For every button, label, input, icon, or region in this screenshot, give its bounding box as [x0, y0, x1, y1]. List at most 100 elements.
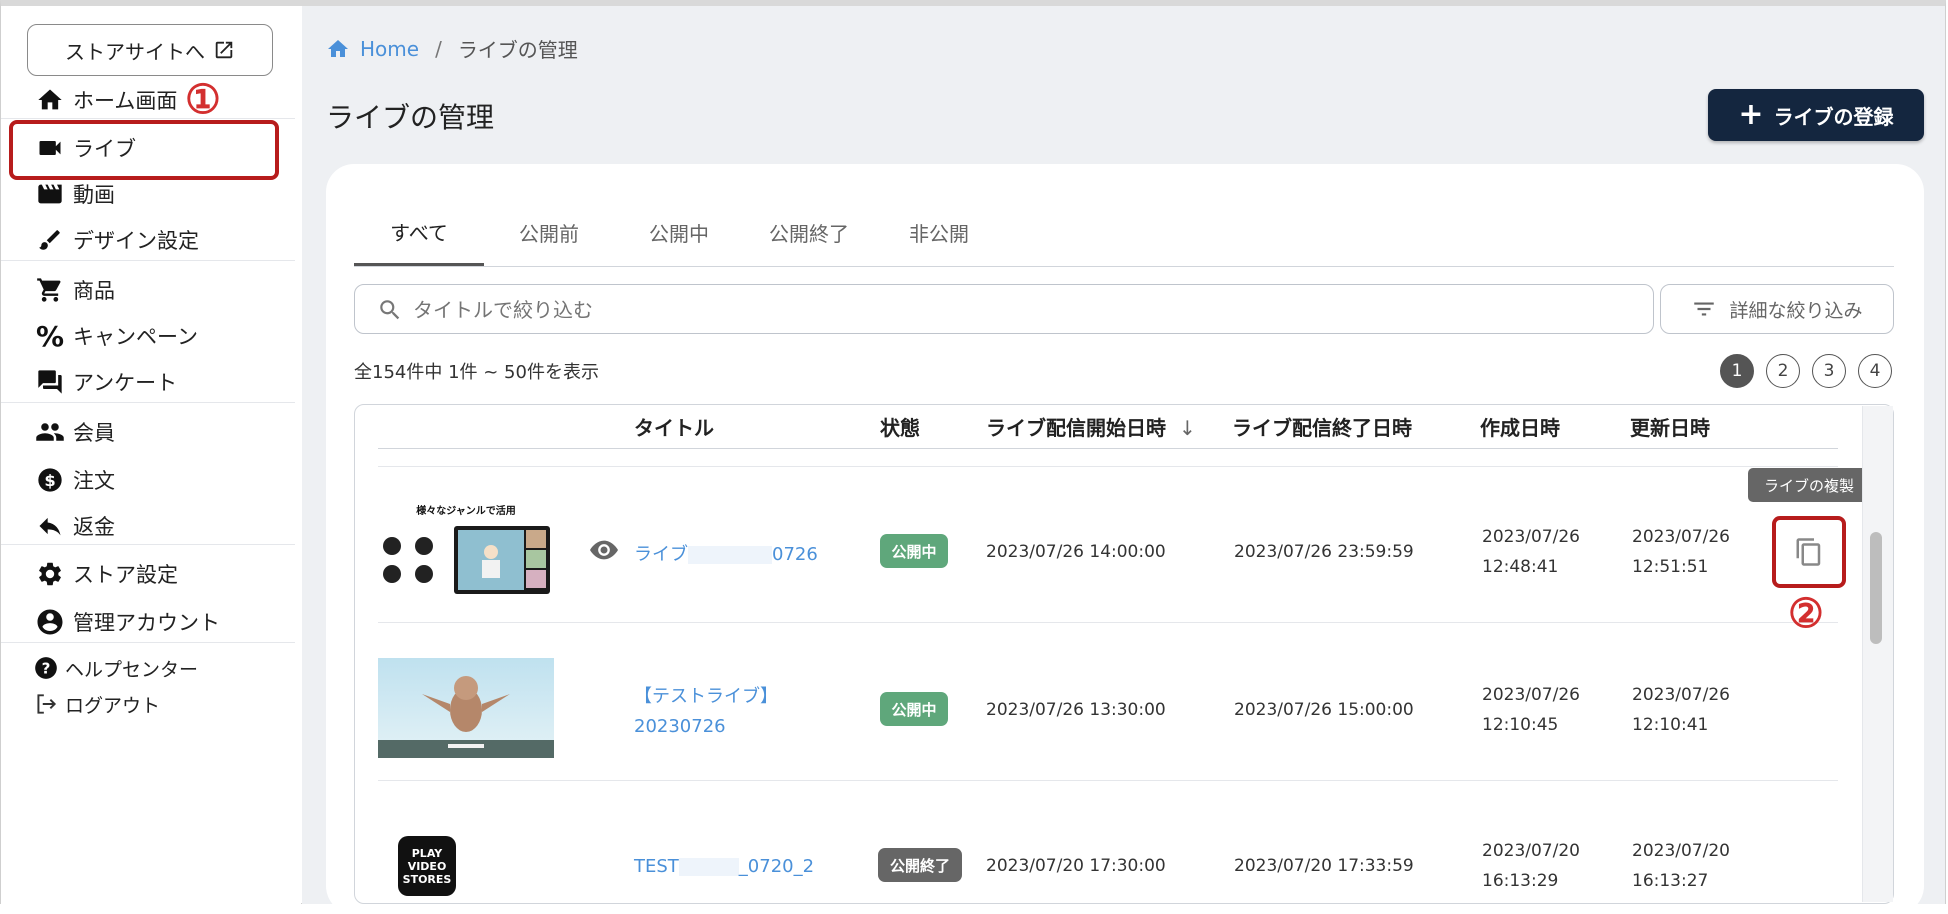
start-datetime: 2023/07/26 14:00:00 [986, 542, 1166, 562]
end-datetime: 2023/07/26 15:00:00 [1234, 700, 1414, 720]
sidebar-item-label: 注文 [73, 469, 115, 493]
start-datetime: 2023/07/26 13:30:00 [986, 700, 1166, 720]
page-title: ライブの管理 [326, 101, 495, 134]
created-datetime: 2023/07/20 16:13:29 [1482, 836, 1580, 896]
status-tabs: すべて 公開前 公開中 公開終了 非公開 [354, 200, 1894, 267]
status-badge: 公開中 [880, 692, 948, 726]
scrollbar-thumb[interactable] [1870, 532, 1882, 644]
divider [1, 260, 295, 261]
store-site-button[interactable]: ストアサイトへ [27, 24, 273, 76]
movie-icon [35, 179, 65, 209]
header-end-datetime: ライブ配信終了日時 [1232, 416, 1412, 440]
row-divider [378, 622, 1838, 623]
breadcrumb-home-link[interactable]: Home [360, 37, 419, 61]
updated-date: 2023/07/26 [1632, 685, 1730, 705]
people-icon [35, 417, 65, 447]
title-line-2: 20230726 [634, 716, 726, 737]
created-datetime: 2023/07/26 12:10:45 [1482, 680, 1580, 740]
sidebar-item-label: 会員 [73, 421, 115, 445]
updated-time: 12:51:51 [1632, 557, 1709, 577]
tab-publishing[interactable]: 公開中 [614, 200, 744, 264]
live-table [354, 404, 1894, 904]
account-icon [35, 607, 65, 637]
search-input[interactable] [411, 295, 1615, 325]
header-created: 作成日時 [1480, 416, 1560, 440]
advanced-filter-button[interactable]: 詳細な絞り込み [1660, 284, 1894, 334]
created-date: 2023/07/26 [1482, 527, 1580, 547]
forum-icon [35, 367, 65, 397]
live-title-link[interactable]: TEST _0720_2 [634, 856, 814, 877]
sidebar-item-label: キャンペーン [73, 325, 198, 349]
filter-icon [1694, 302, 1715, 316]
created-date: 2023/07/20 [1482, 841, 1580, 861]
sidebar-item-label: デザイン設定 [73, 229, 199, 253]
header-title: タイトル [634, 416, 714, 440]
home-icon[interactable] [326, 37, 350, 61]
sidebar-item-label: ログアウト [65, 694, 161, 717]
updated-datetime: 2023/07/20 16:13:27 [1632, 836, 1730, 896]
sidebar-item-label: ホーム画面 [73, 89, 178, 113]
breadcrumb-separator: / [435, 36, 442, 61]
updated-date: 2023/07/26 [1632, 527, 1730, 547]
page-4-button[interactable]: 4 [1858, 354, 1892, 388]
search-box [354, 284, 1654, 334]
live-title-link[interactable]: 【テストライブ】 20230726 [634, 682, 778, 742]
table-scrollbar[interactable] [1862, 406, 1893, 902]
svg-text:?: ? [42, 659, 51, 677]
search-icon [380, 300, 400, 320]
header-updated: 更新日時 [1630, 416, 1710, 440]
dollar-icon: $ [35, 465, 65, 495]
tab-before-publish[interactable]: 公開前 [484, 200, 614, 264]
end-datetime: 2023/07/26 23:59:59 [1234, 542, 1414, 562]
created-date: 2023/07/26 [1482, 685, 1580, 705]
start-datetime: 2023/07/20 17:30:00 [986, 856, 1166, 876]
title-line-1: 【テストライブ】 [634, 686, 778, 707]
updated-time: 12:10:41 [1632, 715, 1709, 735]
thumbnail-image[interactable]: 様々なジャンルで活用 [378, 502, 554, 602]
tab-all[interactable]: すべて [354, 200, 484, 266]
logout-icon [33, 691, 59, 717]
divider [1, 544, 295, 545]
status-badge: 公開終了 [878, 848, 962, 882]
copy-live-button[interactable] [1772, 516, 1846, 588]
page-3-button[interactable]: 3 [1812, 354, 1846, 388]
thumbnail-image[interactable] [378, 658, 554, 758]
copy-icon [1796, 538, 1821, 566]
home-icon [35, 85, 65, 115]
sidebar-item-label: アンケート [73, 371, 178, 395]
page-2-button[interactable]: 2 [1766, 354, 1800, 388]
cart-icon [35, 275, 65, 305]
sidebar-item-logout[interactable]: ログアウト [1, 676, 291, 732]
register-live-label: ライブの登録 [1773, 104, 1894, 129]
live-title-link[interactable]: ライブ 0726 [634, 540, 818, 566]
end-datetime: 2023/07/20 17:33:59 [1234, 856, 1414, 876]
open-in-new-icon [215, 41, 233, 59]
result-count: 全154件中 1件 ~ 50件を表示 [354, 362, 599, 383]
header-start-datetime[interactable]: ライブ配信開始日時 ↓ [986, 412, 1196, 441]
status-badge: 公開中 [880, 534, 948, 568]
sidebar-item-label: 動画 [73, 183, 115, 207]
title-start: TEST [634, 856, 679, 877]
reply-icon [35, 511, 65, 541]
row-divider [378, 780, 1838, 781]
page-1-button[interactable]: 1 [1720, 354, 1754, 388]
sidebar-item-label: ストア設定 [73, 563, 178, 587]
row-divider [378, 466, 1838, 467]
plus-icon: + [1738, 97, 1764, 132]
thumbnail-image[interactable]: PLAY VIDEO STORES [398, 836, 456, 896]
tab-private[interactable]: 非公開 [874, 200, 1004, 264]
eye-icon[interactable] [590, 540, 618, 560]
divider [1, 118, 295, 119]
register-live-button[interactable]: + ライブの登録 [1708, 89, 1924, 141]
percent-icon: % [35, 319, 65, 353]
tab-publish-ended[interactable]: 公開終了 [744, 200, 874, 264]
svg-text:$: $ [44, 471, 55, 490]
sort-down-icon: ↓ [1178, 416, 1196, 440]
created-time: 12:10:45 [1482, 715, 1559, 735]
updated-datetime: 2023/07/26 12:51:51 [1632, 522, 1730, 582]
title-start: ライブ [634, 544, 688, 565]
updated-time: 16:13:27 [1632, 871, 1709, 891]
header-status: 状態 [880, 416, 920, 440]
breadcrumb: Home / ライブの管理 [326, 34, 578, 63]
store-site-label: ストアサイトへ [65, 39, 205, 64]
